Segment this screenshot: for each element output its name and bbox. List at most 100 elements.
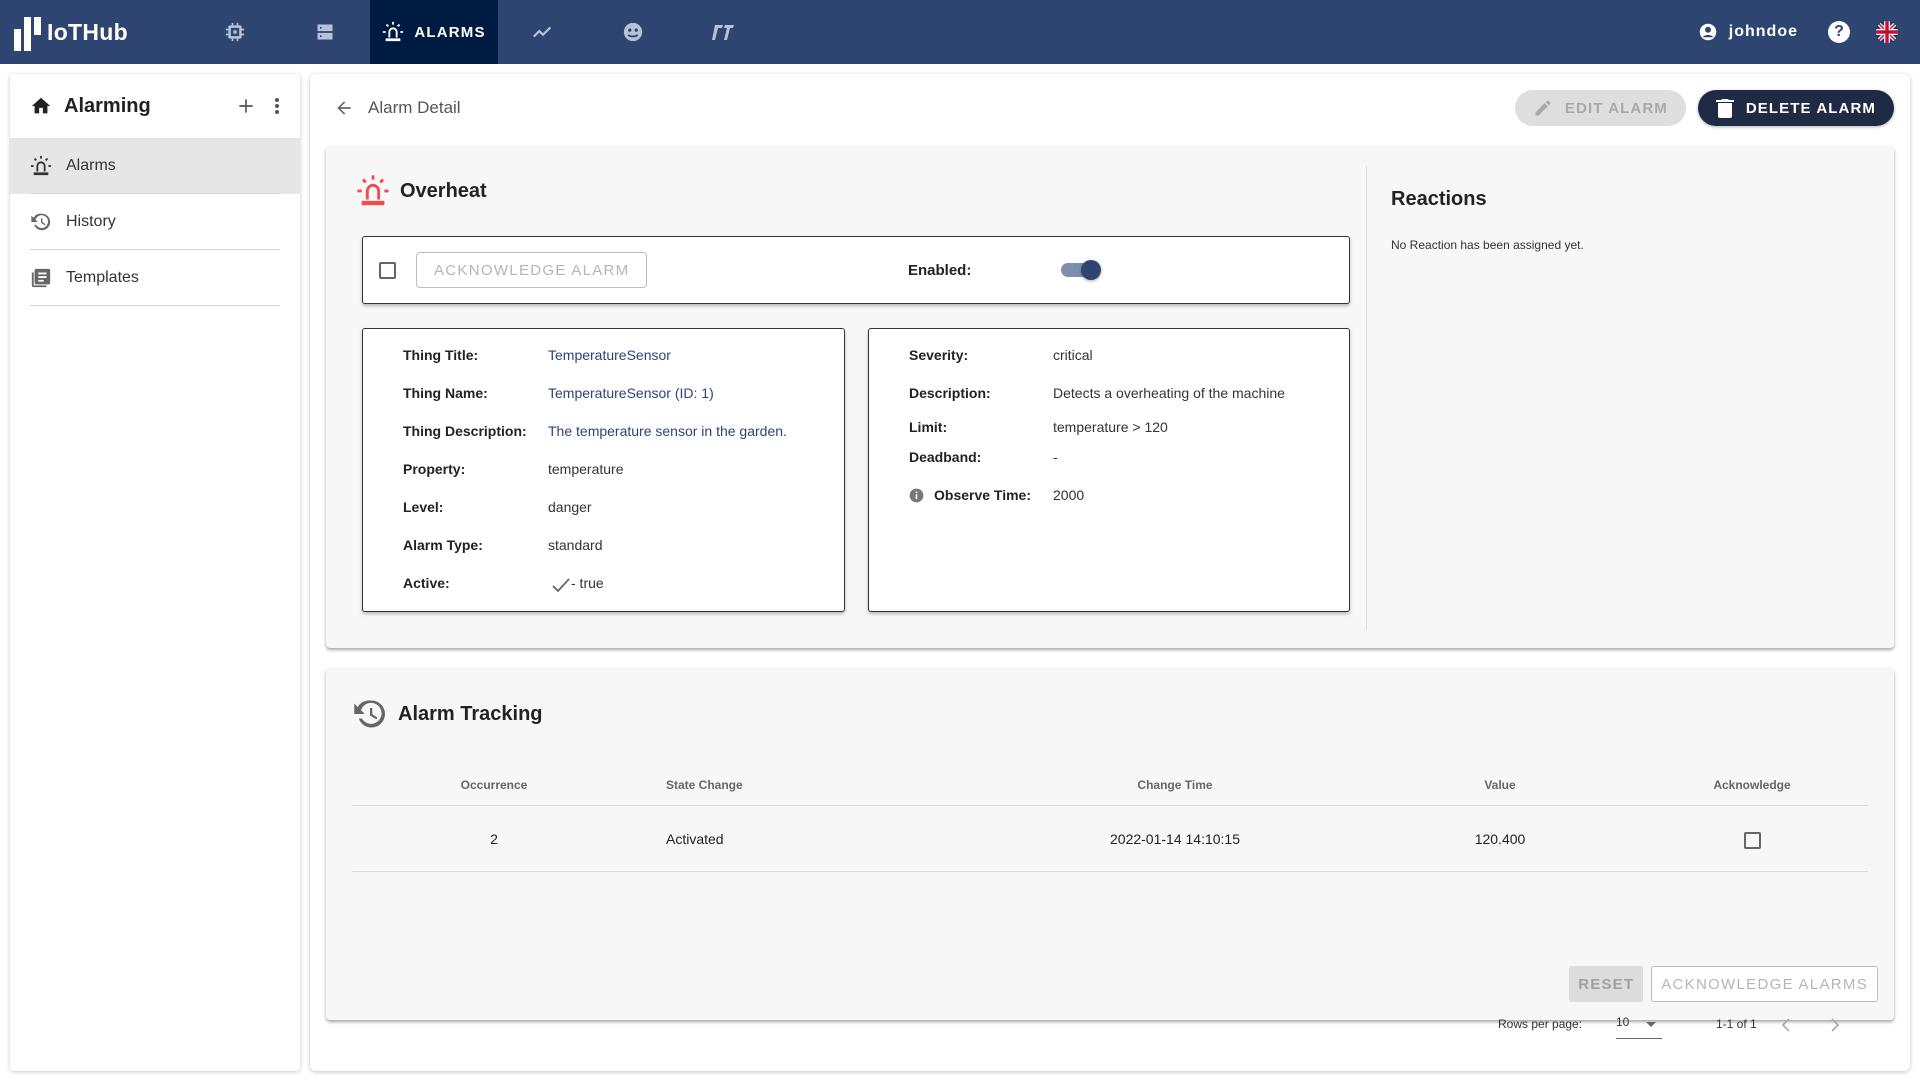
acknowledge-alarms-button[interactable]: ACKNOWLEDGE ALARMS [1651, 966, 1878, 1002]
chip-icon [225, 22, 245, 42]
info-value: temperature [548, 461, 624, 477]
alarm-light-icon [357, 175, 389, 206]
pencil-icon [1535, 100, 1551, 116]
app-logo[interactable]: IoTHub [0, 0, 190, 64]
more-vert-icon[interactable] [274, 97, 280, 115]
edit-alarm-button[interactable]: EDIT ALARM [1514, 90, 1686, 126]
alarm-controls: ACKNOWLEDGE ALARM Enabled: [362, 236, 1350, 304]
info-key: Thing Title: [403, 347, 479, 363]
top-nav-bar: IoTHub ALARMS johndoe ? [0, 0, 1920, 64]
info-row-limit: Limit: temperature > 120 [909, 419, 1168, 435]
row-divider [352, 871, 1868, 872]
info-key: Thing Name: [403, 385, 488, 401]
cell-change-time: 2022-01-14 14:10:15 [1110, 831, 1240, 847]
nav-alarms[interactable]: ALARMS [370, 0, 498, 64]
cell-state-change: Activated [666, 831, 724, 847]
language-flag-uk-icon[interactable] [1876, 21, 1898, 43]
back-arrow-icon[interactable] [334, 98, 354, 118]
cell-value: 120.400 [1474, 831, 1526, 847]
user-menu[interactable]: johndoe [1699, 23, 1798, 41]
column-header-value[interactable]: Value [1484, 778, 1515, 792]
info-key: Property: [403, 461, 466, 477]
nav-things[interactable] [190, 0, 280, 64]
acknowledge-alarm-button[interactable]: ACKNOWLEDGE ALARM [416, 252, 648, 288]
column-header-state-change[interactable]: State Change [666, 778, 743, 792]
reactions-title: Reactions [1391, 188, 1487, 210]
column-header-occurrence[interactable]: Occurrence [461, 778, 528, 792]
sidebar-item-label: Templates [66, 269, 139, 286]
history-icon [31, 213, 51, 231]
acknowledge-checkbox[interactable] [379, 261, 396, 279]
info-row-thing-description: Thing Description: The temperature senso… [403, 423, 787, 439]
reactions-empty-message: No Reaction has been assigned yet. [1391, 238, 1584, 252]
column-header-acknowledge[interactable]: Acknowledge [1713, 778, 1790, 792]
history-icon [354, 700, 385, 728]
alarm-light-icon [383, 21, 404, 42]
check-icon [552, 578, 570, 593]
info-row-property: Property: temperature [403, 461, 623, 477]
delete-alarm-button[interactable]: DELETE ALARM [1697, 90, 1894, 126]
add-icon[interactable] [236, 96, 256, 116]
sidebar-item-history[interactable]: History [10, 194, 300, 250]
chevron-left-icon [1781, 1018, 1790, 1032]
column-header-change-time[interactable]: Change Time [1137, 778, 1212, 792]
thing-name-link[interactable]: TemperatureSensor (ID: 1) [548, 385, 714, 401]
rows-per-page-value: 10 [1616, 1015, 1630, 1029]
info-icon[interactable] [909, 488, 924, 503]
info-value: temperature > 120 [1053, 419, 1168, 435]
info-row-description: Description: Detects a overheating of th… [909, 385, 1285, 401]
row-acknowledge-checkbox[interactable] [1744, 832, 1761, 849]
header-divider [352, 805, 1868, 806]
sidebar-item-alarms[interactable]: Alarms [10, 138, 300, 194]
rows-per-page-select[interactable]: 10 [1616, 1013, 1662, 1039]
info-key: Level: [403, 499, 444, 515]
cell-occurrence: 2 [490, 831, 498, 847]
username: johndoe [1728, 23, 1798, 40]
alarm-tracking-card: Alarm Tracking Occurrence State Change C… [326, 668, 1894, 1039]
info-value: critical [1053, 347, 1093, 363]
sidebar-item-templates[interactable]: Templates [10, 250, 300, 306]
alarm-name: Overheat [400, 179, 487, 202]
info-value: standard [548, 537, 603, 553]
nav-alarms-label: ALARMS [414, 23, 486, 41]
partner-logo-icon [712, 25, 734, 40]
thing-description-link[interactable]: The temperature sensor in the garden. [548, 423, 787, 439]
templates-icon [31, 268, 51, 288]
info-value: - true [571, 575, 604, 591]
vertical-divider [1366, 166, 1367, 630]
reset-button[interactable]: RESET [1569, 966, 1644, 1002]
info-value: Detects a overheating of the machine [1053, 385, 1285, 401]
delete-alarm-label: DELETE ALARM [1745, 99, 1876, 117]
help-icon[interactable]: ? [1828, 21, 1850, 43]
sidebar: Alarming Alarms History Templates [10, 74, 300, 1071]
sidebar-title: Alarming [64, 94, 151, 117]
alarm-light-icon [30, 155, 52, 176]
home-icon [31, 97, 51, 114]
thing-title-link[interactable]: TemperatureSensor [548, 347, 671, 363]
info-key: Severity: [909, 347, 969, 363]
info-row-alarm-type: Alarm Type: standard [403, 537, 602, 553]
prev-page-button[interactable] [1780, 1017, 1792, 1036]
divider [30, 305, 280, 306]
edit-alarm-label: EDIT ALARM [1564, 99, 1668, 117]
main-panel: Alarm Detail EDIT ALARM DELETE ALARM Ove… [310, 74, 1910, 1071]
nav-partner[interactable] [678, 0, 768, 64]
info-row-severity: Severity: critical [909, 347, 1093, 363]
nav-charts[interactable] [498, 0, 588, 64]
next-page-button[interactable] [1829, 1017, 1841, 1036]
rows-per-page-label: Rows per page: [1498, 1017, 1583, 1031]
info-row-level: Level: danger [403, 499, 592, 515]
account-circle-icon [1699, 23, 1717, 41]
info-key: Active: [403, 575, 450, 591]
info-key: Observe Time: [934, 487, 1032, 503]
nav-servers[interactable] [280, 0, 370, 64]
enabled-label: Enabled: [908, 261, 972, 279]
alarm-info-box: Severity: critical Description: Detects … [868, 328, 1350, 612]
chevron-right-icon [1831, 1018, 1840, 1032]
enabled-toggle[interactable] [1061, 260, 1101, 280]
dropdown-caret-icon [1646, 1022, 1656, 1027]
sidebar-item-label: History [66, 213, 116, 230]
toggle-knob [1081, 260, 1101, 280]
nav-users[interactable] [588, 0, 678, 64]
info-key: Description: [909, 385, 991, 401]
